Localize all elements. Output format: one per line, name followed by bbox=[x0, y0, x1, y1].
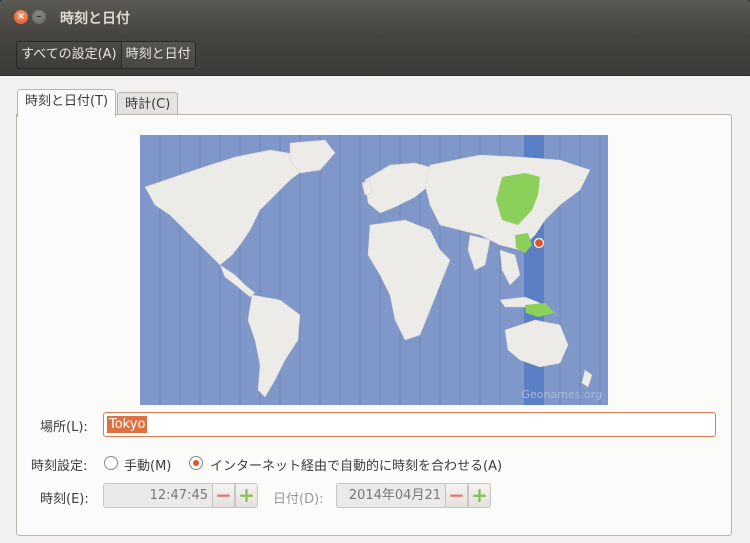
toolbar: すべての設定(A) 時刻と日付 bbox=[0, 34, 750, 76]
window-title: 時刻と日付 bbox=[60, 11, 130, 27]
location-marker bbox=[533, 237, 545, 249]
tab-clock[interactable]: 時計(C) bbox=[117, 92, 179, 116]
close-icon[interactable]: × bbox=[14, 10, 28, 24]
date-field[interactable]: 2014年04月21 bbox=[336, 483, 446, 508]
all-settings-button[interactable]: すべての設定(A) bbox=[17, 42, 122, 68]
location-label: 場所(L): bbox=[40, 420, 88, 435]
settings-window: × – 時刻と日付 すべての設定(A) 時刻と日付 時刻と日付(T) 時計(C) bbox=[0, 0, 750, 543]
manual-radio[interactable] bbox=[104, 456, 118, 470]
breadcrumb-current[interactable]: 時刻と日付 bbox=[121, 42, 195, 68]
minimize-icon[interactable]: – bbox=[32, 10, 46, 24]
location-input-value: Tokyo bbox=[107, 416, 148, 433]
timezone-map[interactable]: Geonames.org bbox=[140, 135, 608, 405]
date-label: 日付(D): bbox=[273, 492, 324, 507]
time-field[interactable]: 12:47:45 bbox=[103, 483, 213, 508]
world-map-graphic bbox=[144, 135, 601, 405]
time-increment-button[interactable]: + bbox=[235, 483, 258, 508]
time-setting-label: 時刻設定: bbox=[31, 459, 88, 474]
breadcrumb: すべての設定(A) 時刻と日付 bbox=[16, 41, 196, 69]
auto-sync-radio[interactable] bbox=[189, 456, 203, 470]
tab-bar: 時刻と日付(T) 時計(C) bbox=[17, 89, 179, 117]
map-credit: Geonames.org bbox=[521, 388, 603, 401]
title-bar: × – 時刻と日付 bbox=[0, 0, 750, 34]
time-label: 時刻(E): bbox=[40, 492, 89, 507]
auto-sync-radio-label[interactable]: インターネット経由で自動的に時刻を合わせる(A) bbox=[210, 455, 502, 474]
time-decrement-button[interactable]: − bbox=[212, 483, 235, 508]
manual-radio-label[interactable]: 手動(M) bbox=[124, 455, 171, 474]
date-increment-button[interactable]: + bbox=[468, 483, 491, 508]
tab-time-and-date[interactable]: 時刻と日付(T) bbox=[17, 89, 117, 117]
location-input[interactable]: Tokyo bbox=[103, 412, 716, 437]
date-decrement-button[interactable]: − bbox=[445, 483, 468, 508]
